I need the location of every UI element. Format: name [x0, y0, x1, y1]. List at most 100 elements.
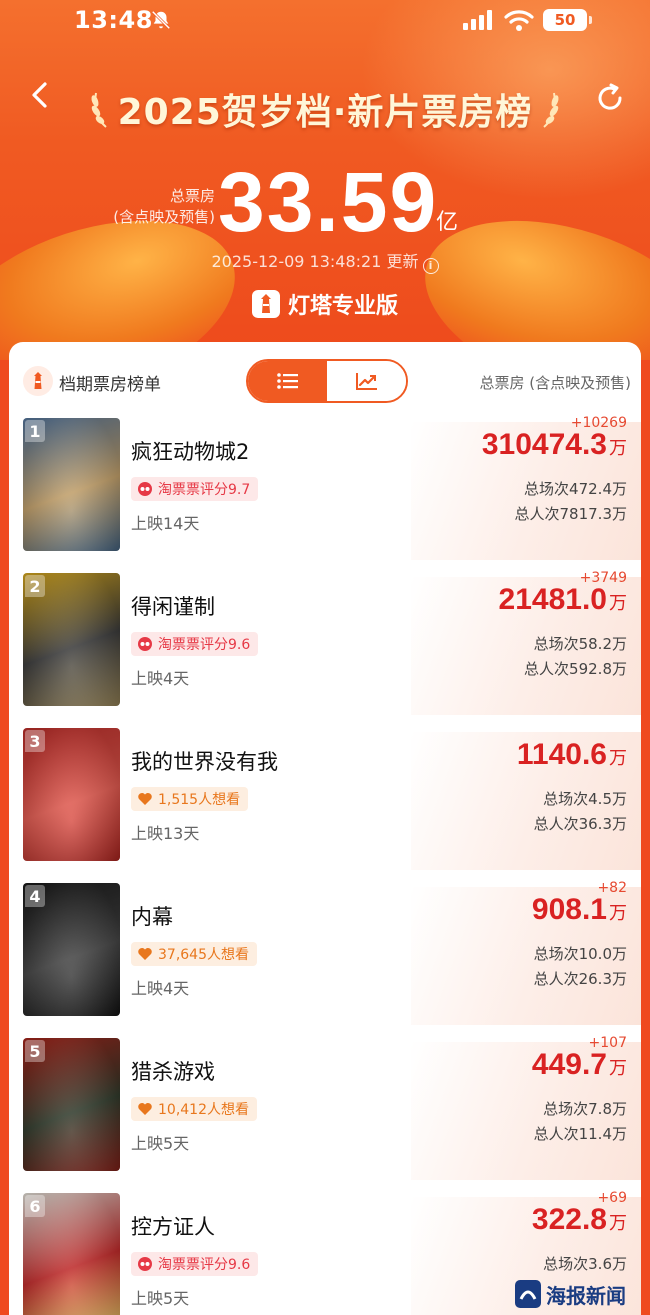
gross-value: 21481.0 万 [499, 583, 627, 617]
movie-row[interactable]: 3 我的世界没有我 1,515人想看 上映13天 1140.6 万 总场次4.5万… [9, 724, 641, 879]
total-label-line1: 总票房 [169, 187, 215, 205]
total-admissions: 总人次26.3万 [533, 970, 627, 988]
heart-icon [138, 793, 152, 805]
gross-unit: 万 [609, 1213, 627, 1233]
total-shows: 总场次472.4万 [524, 480, 627, 498]
wifi-icon [504, 10, 534, 31]
gross-unit: 万 [609, 748, 627, 768]
gross-value: 322.8 万 [532, 1203, 627, 1237]
movie-row[interactable]: 2 得闲谨制 淘票票评分9.6 上映4天 +3749 21481.0 万 总场次5… [9, 569, 641, 724]
movie-tag-text: 淘票票评分9.6 [158, 637, 251, 653]
gross-column-header: 总票房 (含点映及预售) [479, 374, 631, 392]
card-header: 档期票房榜单 总票房 (含点映及预售) [9, 342, 641, 412]
rank-badge: 5 [25, 1040, 45, 1062]
rank-badge: 1 [25, 420, 45, 442]
lighthouse-icon [23, 366, 53, 396]
refresh-share-icon[interactable] [594, 82, 626, 114]
heart-icon [138, 1103, 152, 1115]
movie-tag-text: 1,515人想看 [158, 792, 241, 808]
gross-unit: 万 [609, 593, 627, 613]
rank-badge: 6 [25, 1195, 45, 1217]
movie-tag: 1,515人想看 [131, 787, 249, 811]
movie-title[interactable]: 疯狂动物城2 [131, 436, 249, 466]
rank-badge: 4 [25, 885, 45, 907]
total-label: 总票房 (含点映及预售) [110, 186, 215, 228]
watermark-logo-icon [515, 1280, 541, 1308]
watermark: 海报新闻 [514, 1276, 646, 1312]
total-admissions: 总人次592.8万 [524, 660, 627, 678]
release-days: 上映13天 [131, 824, 200, 843]
gross-value: 310474.3 万 [482, 428, 627, 462]
movie-tag: 37,645人想看 [131, 942, 257, 966]
total-value: 33.59 [218, 155, 439, 249]
status-time: 13:48 [74, 6, 153, 34]
update-time: 2025-12-09 13:48:21 更新 i [0, 248, 650, 274]
total-shows: 总场次58.2万 [533, 635, 627, 653]
total-admissions: 总人次11.4万 [533, 1125, 627, 1143]
brand-line: 灯塔专业版 [0, 286, 650, 322]
release-days: 上映5天 [131, 1289, 190, 1308]
movie-tag-text: 淘票票评分9.7 [158, 482, 251, 498]
total-shows: 总场次10.0万 [533, 945, 627, 963]
bell-mute-icon [151, 10, 171, 30]
chart-view-button[interactable] [327, 361, 406, 401]
battery-indicator: 50 [543, 9, 592, 31]
lighthouse-logo-icon [251, 290, 280, 318]
release-days: 上映14天 [131, 514, 200, 533]
movie-tag: 淘票票评分9.7 [131, 477, 259, 501]
movie-tag-text: 37,645人想看 [158, 947, 249, 963]
page-title: 2025贺岁档·新片票房榜 [117, 92, 533, 133]
rank-badge: 3 [25, 730, 45, 752]
movie-title[interactable]: 得闲谨制 [131, 591, 215, 621]
total-admissions: 总人次7817.3万 [514, 505, 628, 523]
list-view-button[interactable] [248, 361, 327, 401]
ranking-card: 档期票房榜单 总票房 (含点映及预售) 1 疯狂动物城2 淘票票评分9.7 上映… [9, 342, 641, 1315]
gross-unit: 万 [609, 903, 627, 923]
movie-title[interactable]: 控方证人 [131, 1211, 215, 1241]
movie-tag: 10,412人想看 [131, 1097, 257, 1121]
gross-value: 449.7 万 [532, 1048, 627, 1082]
movie-row[interactable]: 4 内幕 37,645人想看 上映4天 +82 908.1 万 总场次10.0万 … [9, 879, 641, 1034]
info-icon[interactable]: i [422, 258, 439, 274]
list-icon [276, 373, 298, 389]
gross-number: 449.7 [531, 1048, 607, 1081]
rank-badge: 2 [25, 575, 45, 597]
back-arrow-icon[interactable] [28, 80, 52, 110]
release-days: 上映4天 [131, 979, 190, 998]
total-shows: 总场次4.5万 [543, 790, 627, 808]
movie-title[interactable]: 我的世界没有我 [131, 746, 278, 776]
movie-row[interactable]: 5 猎杀游戏 10,412人想看 上映5天 +107 449.7 万 总场次7.8… [9, 1034, 641, 1189]
brand-name: 灯塔专业版 [287, 294, 398, 319]
watermark-text: 海报新闻 [546, 1283, 626, 1308]
total-box-office: 总票房 (含点映及预售) 33.59 亿 [110, 155, 540, 249]
gross-number: 908.1 [531, 893, 607, 926]
update-time-text: 2025-12-09 13:48:21 更新 [211, 252, 419, 271]
total-unit: 亿 [436, 210, 459, 235]
gross-value: 908.1 万 [532, 893, 627, 927]
movie-title[interactable]: 内幕 [131, 901, 173, 931]
total-shows: 总场次3.6万 [543, 1255, 627, 1273]
movie-tag-text: 10,412人想看 [158, 1102, 249, 1118]
taopiaopiao-icon [138, 1257, 152, 1271]
total-label-line2: (含点映及预售) [113, 208, 215, 226]
laurel-right-icon [543, 92, 559, 128]
gross-number: 1140.6 [516, 738, 607, 771]
gross-unit: 万 [609, 1058, 627, 1078]
taopiaopiao-icon [138, 637, 152, 651]
movie-row[interactable]: 1 疯狂动物城2 淘票票评分9.7 上映14天 +10269 310474.3 万… [9, 414, 641, 569]
taopiaopiao-icon [138, 482, 152, 496]
movie-list: 1 疯狂动物城2 淘票票评分9.7 上映14天 +10269 310474.3 万… [9, 414, 641, 1315]
movie-tag: 淘票票评分9.6 [131, 1252, 259, 1276]
gross-number: 310474.3 [481, 428, 607, 461]
trend-chart-icon [355, 373, 377, 390]
total-shows: 总场次7.8万 [543, 1100, 627, 1118]
heart-icon [138, 948, 152, 960]
movie-title[interactable]: 猎杀游戏 [131, 1056, 215, 1086]
header-banner: 13:48 50 2025贺岁档·新片票房榜 总票房 (含点映及预售) 33.5… [0, 0, 650, 360]
total-admissions: 总人次36.3万 [533, 815, 627, 833]
card-title: 档期票房榜单 [59, 375, 161, 395]
release-days: 上映5天 [131, 1134, 190, 1153]
release-days: 上映4天 [131, 669, 190, 688]
movie-tag-text: 淘票票评分9.6 [158, 1257, 251, 1273]
gross-unit: 万 [609, 438, 627, 458]
